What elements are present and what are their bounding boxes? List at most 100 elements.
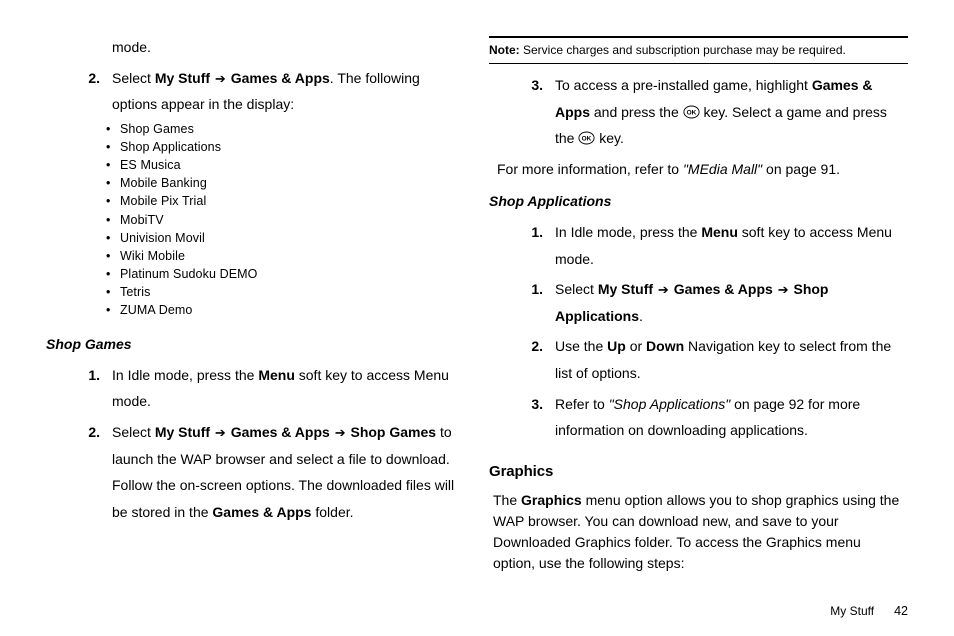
list-number: 3. bbox=[489, 391, 555, 444]
arrow-icon: ➔ bbox=[215, 421, 226, 446]
text: To access a pre-installed game, highligh… bbox=[555, 77, 812, 93]
page-footer: My Stuff 42 bbox=[830, 604, 908, 618]
list-item: •Shop Games bbox=[106, 120, 465, 138]
bullet-text: Mobile Pix Trial bbox=[120, 192, 465, 210]
bullet-icon: • bbox=[106, 120, 120, 138]
list-item: •Mobile Pix Trial bbox=[106, 192, 465, 210]
list-body: Select My Stuff ➔ Games & Apps ➔ Shop Ap… bbox=[555, 276, 908, 329]
text: or bbox=[626, 338, 646, 354]
graphics-heading: Graphics bbox=[489, 458, 908, 487]
svg-text:OK: OK bbox=[686, 109, 696, 116]
list-item: 1. Select My Stuff ➔ Games & Apps ➔ Shop… bbox=[489, 276, 908, 329]
bullet-icon: • bbox=[106, 174, 120, 192]
page: mode. 2. Select My Stuff ➔ Games & Apps.… bbox=[0, 0, 954, 636]
note-box: Note: Service charges and subscription p… bbox=[489, 36, 908, 64]
text: Select bbox=[555, 281, 598, 297]
bullet-icon: • bbox=[106, 247, 120, 265]
list-body: To access a pre-installed game, highligh… bbox=[555, 72, 908, 152]
bullet-icon: • bbox=[106, 192, 120, 210]
bold-text: My Stuff bbox=[155, 424, 210, 440]
shop-games-subheading: Shop Games bbox=[46, 331, 465, 358]
list-item: •Wiki Mobile bbox=[106, 247, 465, 265]
shop-applications-steps: 1. In Idle mode, press the Menu soft key… bbox=[489, 219, 908, 444]
list-item: •Platinum Sudoku DEMO bbox=[106, 265, 465, 283]
bullet-text: Shop Applications bbox=[120, 138, 465, 156]
arrow-icon: ➔ bbox=[335, 421, 346, 446]
page-number: 42 bbox=[894, 604, 908, 618]
more-info-paragraph: For more information, refer to "MEdia Ma… bbox=[493, 156, 908, 183]
text: Refer to bbox=[555, 396, 609, 412]
list-item: 2. Use the Up or Down Navigation key to … bbox=[489, 333, 908, 386]
list-item: 2. Select My Stuff ➔ Games & Apps ➔ Shop… bbox=[46, 419, 465, 525]
italic-text: "Shop Applications" bbox=[609, 396, 731, 412]
italic-text: "MEdia Mall" bbox=[683, 161, 762, 177]
bold-text: Shop Games bbox=[350, 424, 436, 440]
bullet-icon: • bbox=[106, 211, 120, 229]
bold-text: My Stuff bbox=[598, 281, 653, 297]
bullet-icon: • bbox=[106, 138, 120, 156]
text: folder. bbox=[311, 504, 353, 520]
bullet-text: Tetris bbox=[120, 283, 465, 301]
arrow-icon: ➔ bbox=[215, 67, 226, 92]
note-text: Service charges and subscription purchas… bbox=[520, 43, 846, 57]
list-item: 1. In Idle mode, press the Menu soft key… bbox=[489, 219, 908, 272]
bold-text: My Stuff bbox=[155, 70, 210, 86]
continued-ordered-list: 3. To access a pre-installed game, highl… bbox=[489, 72, 908, 152]
content-columns: mode. 2. Select My Stuff ➔ Games & Apps.… bbox=[46, 30, 908, 590]
bold-text: Up bbox=[607, 338, 626, 354]
bold-text: Graphics bbox=[521, 492, 582, 508]
bullet-text: ES Musica bbox=[120, 156, 465, 174]
text: key. bbox=[599, 130, 624, 146]
bold-text: Games & Apps bbox=[231, 70, 330, 86]
bullet-icon: • bbox=[106, 301, 120, 319]
list-item: •Univision Movil bbox=[106, 229, 465, 247]
list-number: 2. bbox=[489, 333, 555, 386]
shop-games-steps: 1. In Idle mode, press the Menu soft key… bbox=[46, 362, 465, 526]
list-item: •ES Musica bbox=[106, 156, 465, 174]
bullet-icon: • bbox=[106, 283, 120, 301]
text: and press the bbox=[590, 104, 683, 120]
list-item: •Tetris bbox=[106, 283, 465, 301]
list-body: Refer to "Shop Applications" on page 92 … bbox=[555, 391, 908, 444]
list-number: 2. bbox=[46, 65, 112, 118]
bullet-icon: • bbox=[106, 229, 120, 247]
list-item: •ZUMA Demo bbox=[106, 301, 465, 319]
bullet-text: Platinum Sudoku DEMO bbox=[120, 265, 465, 283]
list-item: 2. Select My Stuff ➔ Games & Apps. The f… bbox=[46, 65, 465, 118]
text: on page 91. bbox=[762, 161, 840, 177]
list-body: In Idle mode, press the Menu soft key to… bbox=[112, 362, 465, 415]
bold-text: Menu bbox=[258, 367, 295, 383]
list-item: •Shop Applications bbox=[106, 138, 465, 156]
list-number: 3. bbox=[489, 72, 555, 152]
list-item: •MobiTV bbox=[106, 211, 465, 229]
list-number: 2. bbox=[46, 419, 112, 525]
ok-key-icon: OK bbox=[683, 105, 700, 119]
continued-mode-text: mode. bbox=[112, 39, 151, 55]
list-number: 1. bbox=[489, 276, 555, 329]
list-number bbox=[46, 34, 112, 61]
list-body: Select My Stuff ➔ Games & Apps. The foll… bbox=[112, 65, 465, 118]
list-number: 1. bbox=[489, 219, 555, 272]
list-item: 3. Refer to "Shop Applications" on page … bbox=[489, 391, 908, 444]
bold-text: Games & Apps bbox=[674, 281, 773, 297]
bullet-text: ZUMA Demo bbox=[120, 301, 465, 319]
bullet-text: Wiki Mobile bbox=[120, 247, 465, 265]
arrow-icon: ➔ bbox=[778, 278, 789, 303]
text: Select bbox=[112, 424, 155, 440]
bold-text: Games & Apps bbox=[231, 424, 330, 440]
list-item: 3. To access a pre-installed game, highl… bbox=[489, 72, 908, 152]
options-bullet-list: •Shop Games •Shop Applications •ES Music… bbox=[106, 120, 465, 319]
note-label: Note: bbox=[489, 43, 520, 57]
text: For more information, refer to bbox=[497, 161, 683, 177]
text: In Idle mode, press the bbox=[555, 224, 701, 240]
list-item: •Mobile Banking bbox=[106, 174, 465, 192]
bullet-text: Shop Games bbox=[120, 120, 465, 138]
bullet-icon: • bbox=[106, 265, 120, 283]
bullet-text: Univision Movil bbox=[120, 229, 465, 247]
bullet-text: MobiTV bbox=[120, 211, 465, 229]
text: . bbox=[639, 308, 643, 324]
list-item: 1. In Idle mode, press the Menu soft key… bbox=[46, 362, 465, 415]
graphics-paragraph: The Graphics menu option allows you to s… bbox=[489, 490, 908, 574]
svg-text:OK: OK bbox=[582, 135, 592, 142]
list-item: mode. bbox=[46, 34, 465, 61]
